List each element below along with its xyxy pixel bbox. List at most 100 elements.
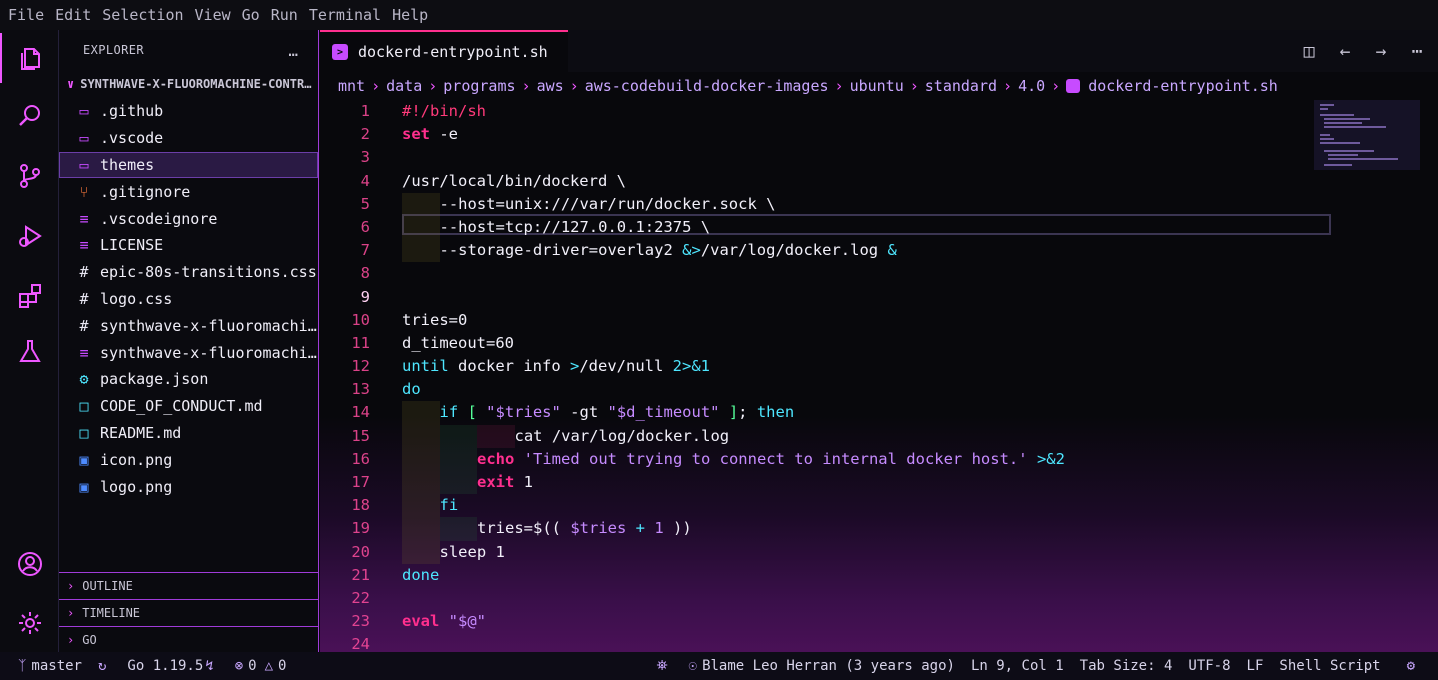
- menu-help[interactable]: Help: [392, 6, 439, 24]
- explorer-activity[interactable]: [0, 33, 59, 83]
- line-number: 5: [360, 194, 370, 213]
- code-token: do: [402, 380, 421, 399]
- file-item[interactable]: # logo.css: [59, 286, 318, 313]
- file-item[interactable]: ⑂ .gitignore: [59, 178, 318, 205]
- file-item[interactable]: ▭ .github: [59, 98, 318, 125]
- file-item[interactable]: ▣ icon.png: [59, 446, 318, 473]
- tab-label: dockerd-entrypoint.sh: [358, 43, 548, 61]
- file-item[interactable]: ▭ .vscode: [59, 125, 318, 152]
- go-version-status[interactable]: Go 1.19.5 ↯: [119, 652, 226, 680]
- line-number: 21: [351, 565, 370, 584]
- accounts-activity[interactable]: [0, 539, 59, 589]
- file-item[interactable]: ≡ LICENSE: [59, 232, 318, 259]
- indent-guide: [402, 471, 440, 495]
- branch-status[interactable]: ᛉ master: [0, 652, 90, 680]
- chevron-down-icon: ∨: [67, 77, 75, 91]
- project-name: SYNTHWAVE-X-FLUOROMACHINE-CONTR…: [80, 77, 312, 91]
- menu-run[interactable]: Run: [271, 6, 309, 24]
- chevron-right-icon: ›: [67, 606, 75, 620]
- code-editor[interactable]: 1 #!/bin/sh 2 set -e 3 4/usr/local/bin/docker…: [320, 100, 1320, 652]
- tab-size-status[interactable]: Tab Size: 4: [1072, 652, 1181, 680]
- line-number: 9: [360, 287, 370, 306]
- source-control-activity[interactable]: [0, 151, 59, 201]
- error-count: 0: [248, 658, 257, 674]
- file-name: icon.png: [100, 450, 173, 469]
- code-token: )): [663, 519, 692, 538]
- split-editor-icon[interactable]: ◫: [1298, 41, 1320, 62]
- extensions-activity[interactable]: [0, 271, 59, 321]
- file-name: synthwave-x-fluoromachine.css: [100, 316, 318, 335]
- file-item[interactable]: ▭ themes: [59, 151, 318, 179]
- breadcrumb-item[interactable]: dockerd-entrypoint.sh: [1088, 77, 1278, 95]
- file-item[interactable]: □ README.md: [59, 420, 318, 447]
- sync-status[interactable]: ↻: [90, 652, 119, 680]
- breadcrumb-item[interactable]: standard: [925, 77, 997, 95]
- tab-bar: > dockerd-entrypoint.sh ◫ ← → ⋯: [320, 30, 1438, 72]
- file-item[interactable]: # synthwave-x-fluoromachine.css: [59, 312, 318, 339]
- live-share-status[interactable]: ⛯: [648, 652, 680, 680]
- code-token: cat /var/log/docker.log: [514, 426, 730, 445]
- extensions-icon: [18, 284, 41, 308]
- go-back-icon[interactable]: ←: [1334, 41, 1356, 62]
- search-activity[interactable]: [0, 91, 59, 141]
- code-line: 22: [320, 587, 1320, 610]
- panel-label: GO: [82, 633, 97, 647]
- file-item[interactable]: ≡ synthwave-x-fluoromachine.json: [59, 339, 318, 366]
- settings-activity[interactable]: [0, 598, 59, 648]
- breadcrumb-item[interactable]: aws-codebuild-docker-images: [585, 77, 829, 95]
- encoding-status[interactable]: UTF-8: [1180, 652, 1238, 680]
- panel-label: TIMELINE: [82, 606, 141, 620]
- folder-icon: ▭: [79, 102, 89, 121]
- notifications[interactable]: ⚙: [1389, 652, 1438, 680]
- chevron-right-icon: ›: [67, 633, 75, 647]
- project-folder-header[interactable]: ∨ SYNTHWAVE-X-FLUOROMACHINE-CONTR…: [59, 70, 318, 98]
- menu-view[interactable]: View: [195, 6, 242, 24]
- testing-activity[interactable]: [0, 326, 59, 376]
- file-item[interactable]: ⚙ package.json: [59, 366, 318, 393]
- file-name: README.md: [100, 423, 182, 442]
- breadcrumb-item[interactable]: ubuntu: [850, 77, 904, 95]
- code-line: 17 exit 1: [320, 471, 1320, 495]
- code-line: 3: [320, 146, 1320, 169]
- file-item[interactable]: # epic-80s-transitions.css: [59, 259, 318, 286]
- panel-timeline[interactable]: › TIMELINE: [59, 599, 318, 626]
- menu-file[interactable]: File: [8, 6, 55, 24]
- code-line: 10 tries=0: [320, 309, 1320, 332]
- file-item[interactable]: □ CODE_OF_CONDUCT.md: [59, 393, 318, 420]
- minimap[interactable]: [1314, 100, 1420, 170]
- tab-dockerd-entrypoint[interactable]: > dockerd-entrypoint.sh: [320, 30, 568, 72]
- blame-status[interactable]: ☉ Blame Leo Herran (3 years ago): [681, 652, 963, 680]
- go-forward-icon[interactable]: →: [1370, 41, 1392, 62]
- eol-status[interactable]: LF: [1239, 652, 1272, 680]
- chevron-right-icon: ›: [67, 579, 75, 593]
- code-token: ]: [719, 403, 739, 422]
- file-item[interactable]: ≡ .vscodeignore: [59, 205, 318, 232]
- run-debug-activity[interactable]: [0, 211, 59, 261]
- breadcrumb-item[interactable]: mnt: [338, 77, 365, 95]
- panel-outline[interactable]: › OUTLINE: [59, 572, 318, 599]
- breadcrumb-item[interactable]: aws: [537, 77, 564, 95]
- folder-icon: ▭: [79, 155, 89, 174]
- cursor-position[interactable]: Ln 9, Col 1: [963, 652, 1072, 680]
- menu-edit[interactable]: Edit: [55, 6, 102, 24]
- file-item[interactable]: ▣ logo.png: [59, 473, 318, 500]
- breadcrumb-item[interactable]: 4.0: [1018, 77, 1045, 95]
- breadcrumb-item[interactable]: programs: [443, 77, 515, 95]
- panel-go[interactable]: › GO: [59, 626, 318, 653]
- code-token: +: [626, 519, 655, 538]
- go-version: Go 1.19.5: [127, 658, 204, 674]
- hash-icon: #: [79, 289, 89, 308]
- menu-go[interactable]: Go: [242, 6, 271, 24]
- menu-selection[interactable]: Selection: [102, 6, 194, 24]
- code-token: exit: [477, 473, 515, 491]
- line-number: 18: [351, 496, 370, 515]
- problems-status[interactable]: ⊗ 0 △ 0: [227, 652, 295, 680]
- breadcrumb-item[interactable]: data: [386, 77, 422, 95]
- language-mode[interactable]: Shell Script: [1271, 652, 1388, 680]
- menu-terminal[interactable]: Terminal: [309, 6, 392, 24]
- code-token: 1: [654, 519, 664, 538]
- more-actions-icon[interactable]: ⋯: [1406, 41, 1428, 62]
- more-actions-icon[interactable]: …: [288, 41, 298, 60]
- code-token: eval: [402, 612, 440, 631]
